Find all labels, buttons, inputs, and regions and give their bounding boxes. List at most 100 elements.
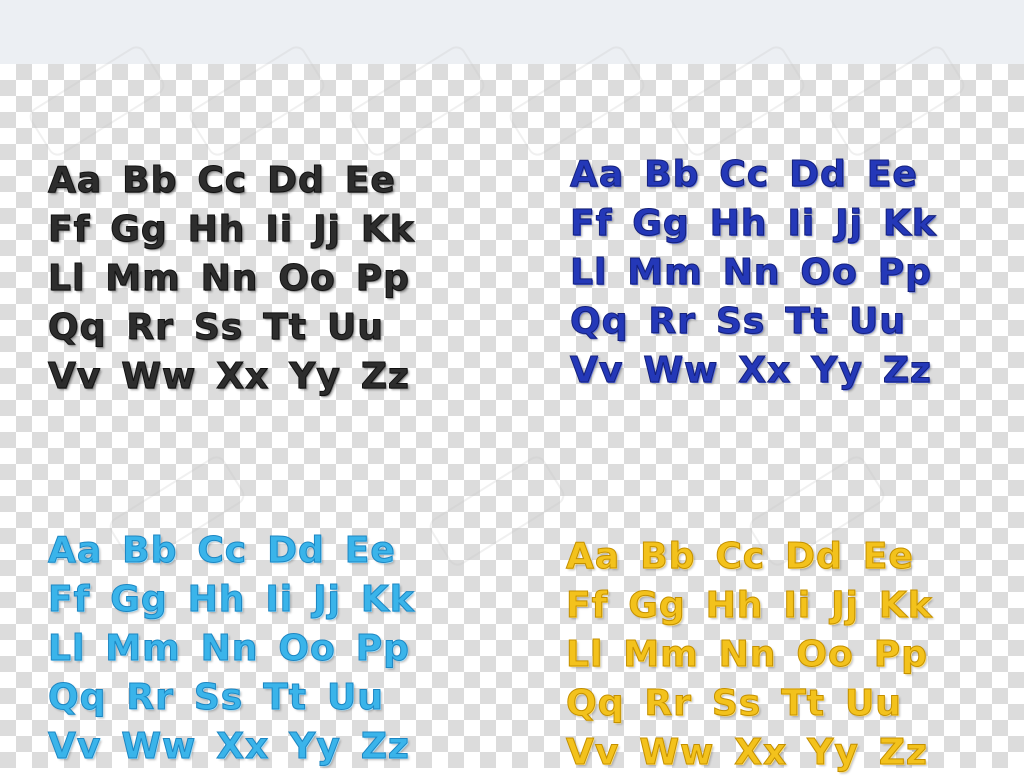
letter-pair: Zz — [878, 731, 928, 773]
letter-pair: Cc — [197, 159, 248, 201]
letter-pair: Yy — [807, 731, 859, 773]
letter-pair: Jj — [313, 208, 341, 250]
alphabet-row: Qq Rr Ss Tt Uu — [565, 679, 1006, 728]
letter-pair: Hh — [705, 584, 764, 626]
letter-pair: Qq — [47, 676, 107, 718]
alphabet-row: Aa Bb Cc Dd Ee — [47, 526, 488, 575]
letter-pair: Jj — [313, 578, 341, 620]
letter-pair: Aa — [569, 153, 625, 195]
letter-pair: Pp — [873, 633, 928, 675]
alphabet-set-blue: Aa Bb Cc Dd Ee Ff Gg Hh Ii Jj Kk Ll Mm N… — [569, 150, 1010, 395]
alphabet-row: Ll Mm Nn Oo Pp — [565, 630, 1006, 679]
letter-pair: Ff — [47, 578, 91, 620]
alphabet-row: Vv Ww Xx Yy Zz — [565, 728, 1006, 777]
letter-pair: Ss — [711, 682, 762, 724]
letter-pair: Bb — [644, 153, 700, 195]
letter-pair: Cc — [197, 529, 248, 571]
alphabet-row: Qq Rr Ss Tt Uu — [47, 673, 488, 722]
letter-pair: Uu — [844, 682, 902, 724]
letter-pair: Tt — [781, 682, 825, 724]
letter-pair: Vv — [47, 355, 102, 397]
letter-pair: Yy — [289, 725, 341, 767]
letter-pair: Ll — [569, 251, 608, 293]
alphabet-set-gold: Aa Bb Cc Dd Ee Ff Gg Hh Ii Jj Kk Ll Mm N… — [565, 532, 1006, 777]
letter-pair: Qq — [565, 682, 625, 724]
alphabet-row: Aa Bb Cc Dd Ee — [565, 532, 1006, 581]
letter-pair: Ss — [715, 300, 766, 342]
letter-pair: Nn — [200, 627, 259, 669]
letter-pair: Ww — [121, 355, 197, 397]
letter-pair: Ee — [862, 535, 914, 577]
letter-pair: Ff — [569, 202, 613, 244]
alphabet-row: Vv Ww Xx Yy Zz — [47, 352, 488, 401]
letter-pair: Xx — [216, 355, 270, 397]
letter-pair: Vv — [47, 725, 102, 767]
top-bar — [0, 0, 1024, 64]
letter-pair: Aa — [47, 159, 103, 201]
letter-pair: Tt — [263, 306, 307, 348]
letter-pair: Vv — [565, 731, 620, 773]
letter-pair: Pp — [355, 627, 410, 669]
letter-pair: Mm — [105, 627, 181, 669]
letter-pair: Oo — [278, 257, 336, 299]
letter-pair: Zz — [360, 355, 410, 397]
letter-pair: Nn — [200, 257, 259, 299]
alphabet-set-cyan: Aa Bb Cc Dd Ee Ff Gg Hh Ii Jj Kk Ll Mm N… — [47, 526, 488, 771]
letter-pair: Dd — [267, 529, 325, 571]
letter-pair: Pp — [355, 257, 410, 299]
letter-pair: Jj — [835, 202, 863, 244]
letter-pair: Hh — [709, 202, 768, 244]
letter-pair: Oo — [800, 251, 858, 293]
letter-pair: Kk — [360, 208, 415, 250]
letter-pair: Ww — [639, 731, 715, 773]
letter-pair: Ff — [565, 584, 609, 626]
letter-pair: Ii — [783, 584, 812, 626]
letter-pair: Oo — [278, 627, 336, 669]
letter-pair: Rr — [648, 300, 696, 342]
letter-pair: Gg — [628, 584, 686, 626]
letter-pair: Ss — [193, 676, 244, 718]
alphabet-row: Ff Gg Hh Ii Jj Kk — [47, 205, 488, 254]
letter-pair: Ii — [265, 578, 294, 620]
alphabet-set-black: Aa Bb Cc Dd Ee Ff Gg Hh Ii Jj Kk Ll Mm N… — [47, 156, 488, 401]
alphabet-row: Ff Gg Hh Ii Jj Kk — [569, 199, 1010, 248]
alphabet-row: Qq Rr Ss Tt Uu — [47, 303, 488, 352]
letter-pair: Yy — [289, 355, 341, 397]
alphabet-row: Aa Bb Cc Dd Ee — [569, 150, 1010, 199]
letter-pair: Xx — [216, 725, 270, 767]
letter-pair: Kk — [360, 578, 415, 620]
letter-pair: Vv — [569, 349, 624, 391]
letter-pair: Gg — [110, 578, 168, 620]
letter-pair: Ww — [643, 349, 719, 391]
letter-pair: Ee — [344, 529, 396, 571]
alphabet-row: Ll Mm Nn Oo Pp — [47, 254, 488, 303]
alphabet-row: Vv Ww Xx Yy Zz — [569, 346, 1010, 395]
alphabet-row: Aa Bb Cc Dd Ee — [47, 156, 488, 205]
letter-pair: Cc — [715, 535, 766, 577]
letter-pair: Xx — [734, 731, 788, 773]
letter-pair: Dd — [267, 159, 325, 201]
letter-pair: Uu — [326, 676, 384, 718]
letter-pair: Kk — [878, 584, 933, 626]
letter-pair: Ii — [265, 208, 294, 250]
letter-pair: Cc — [719, 153, 770, 195]
letter-pair: Dd — [785, 535, 843, 577]
letter-pair: Hh — [187, 208, 246, 250]
letter-pair: Ww — [121, 725, 197, 767]
letter-pair: Dd — [789, 153, 847, 195]
letter-pair: Yy — [811, 349, 863, 391]
letter-pair: Qq — [47, 306, 107, 348]
letter-pair: Ee — [866, 153, 918, 195]
alphabet-row: Ff Gg Hh Ii Jj Kk — [47, 575, 488, 624]
alphabet-row: Vv Ww Xx Yy Zz — [47, 722, 488, 771]
letter-pair: Jj — [831, 584, 859, 626]
letter-pair: Xx — [738, 349, 792, 391]
letter-pair: Oo — [796, 633, 854, 675]
alphabet-row: Ll Mm Nn Oo Pp — [47, 624, 488, 673]
alphabet-row: Ff Gg Hh Ii Jj Kk — [565, 581, 1006, 630]
letter-pair: Pp — [877, 251, 932, 293]
letter-pair: Rr — [644, 682, 692, 724]
letter-pair: Uu — [326, 306, 384, 348]
letter-pair: Ll — [565, 633, 604, 675]
letter-pair: Aa — [565, 535, 621, 577]
